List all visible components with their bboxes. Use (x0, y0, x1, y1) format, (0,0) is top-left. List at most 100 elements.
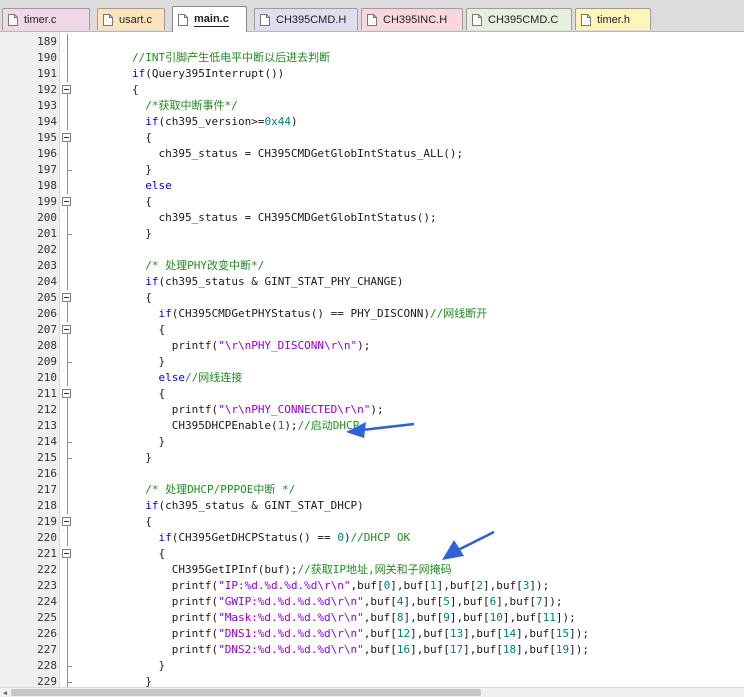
line-number: 213 (37, 419, 57, 432)
scrollbar-thumb[interactable] (11, 689, 481, 696)
code-token: 4 (396, 595, 404, 608)
line-number: 215 (37, 451, 57, 464)
fold-collapse-icon[interactable] (60, 194, 74, 210)
fold-collapse-icon[interactable] (60, 290, 74, 306)
code-token: ]); (569, 627, 590, 640)
tab-usart-c[interactable]: usart.c (97, 8, 165, 30)
line-number: 224 (37, 595, 57, 608)
code-token: ],buf[ (463, 627, 503, 640)
code-token: ]); (555, 611, 576, 624)
code-line[interactable]: 208 printf("\r\nPHY_DISCONN\r\n"); (0, 338, 744, 354)
code-line[interactable]: 199 { (0, 194, 744, 210)
fold-end-marker (60, 226, 74, 242)
code-line[interactable]: 195 { (0, 130, 744, 146)
code-line[interactable]: 204 if(ch395_status & GINT_STAT_PHY_CHAN… (0, 274, 744, 290)
code-line[interactable]: 189 (0, 34, 744, 50)
code-line[interactable]: 218 if(ch395_status & GINT_STAT_DHCP) (0, 498, 744, 514)
file-icon (8, 13, 18, 26)
code-line[interactable]: 215 } (0, 450, 744, 466)
line-number: 189 (37, 35, 57, 48)
code-token: 16 (396, 643, 411, 656)
line-number: 228 (37, 659, 57, 672)
code-line[interactable]: 224 printf("GWIP:%d.%d.%d.%d\r\n",buf[4]… (0, 594, 744, 610)
code-line[interactable]: 212 printf("\r\nPHY_CONNECTED\r\n"); (0, 402, 744, 418)
code-line[interactable]: 193 /*获取中断事件*/ (0, 98, 744, 114)
tab-timer-c[interactable]: timer.c (2, 8, 90, 30)
code-line[interactable]: 203 /* 处理PHY改变中断*/ (0, 258, 744, 274)
line-number: 210 (37, 371, 57, 384)
code-line[interactable]: 207 { (0, 322, 744, 338)
code-token: "IP:%d.%d.%d.%d\r\n" (218, 579, 351, 592)
code-line[interactable]: 219 { (0, 514, 744, 530)
code-line[interactable]: 205 { (0, 290, 744, 306)
fold-guide-line (60, 610, 74, 626)
code-token: 1 (430, 579, 437, 592)
tab-ch395inc-h[interactable]: CH395INC.H (361, 8, 463, 30)
scroll-left-arrow-icon[interactable]: ◀ (1, 689, 9, 697)
code-line[interactable]: 191 if(Query395Interrupt()) (0, 66, 744, 82)
code-line[interactable]: 213 CH395DHCPEnable(1);//启动DHCP (0, 418, 744, 434)
fold-collapse-icon[interactable] (60, 546, 74, 562)
fold-collapse-icon[interactable] (60, 322, 74, 338)
tab-ch395cmd-h[interactable]: CH395CMD.H (254, 8, 358, 30)
code-line[interactable]: 214 } (0, 434, 744, 450)
code-line[interactable]: 206 if(CH395CMDGetPHYStatus() == PHY_DIS… (0, 306, 744, 322)
line-number: 205 (37, 291, 57, 304)
tab-ch395cmd-c[interactable]: CH395CMD.C (466, 8, 572, 30)
fold-guide-line (60, 258, 74, 274)
horizontal-scrollbar[interactable]: ◀ (0, 687, 744, 697)
code-text: if(Query395Interrupt()) (79, 66, 284, 82)
code-line[interactable]: 222 CH395GetIPInf(buf);//获取IP地址,网关和子网掩码 (0, 562, 744, 578)
code-line[interactable]: 223 printf("IP:%d.%d.%d.%d\r\n",buf[0],b… (0, 578, 744, 594)
code-line[interactable]: 226 printf("DNS1:%d.%d.%d.%d\r\n",buf[12… (0, 626, 744, 642)
code-token: ]); (529, 579, 550, 592)
code-line[interactable]: 196 ch395_status = CH395CMDGetGlobIntSta… (0, 146, 744, 162)
code-line[interactable]: 190 //INT引脚产生低电平中断以后进去判断 (0, 50, 744, 66)
fold-guide-line (60, 498, 74, 514)
code-line[interactable]: 227 printf("DNS2:%d.%d.%d.%d\r\n",buf[16… (0, 642, 744, 658)
code-line[interactable]: 197 } (0, 162, 744, 178)
code-line[interactable]: 210 else//网线连接 (0, 370, 744, 386)
code-line[interactable]: 225 printf("Mask:%d.%d.%d.%d\r\n",buf[8]… (0, 610, 744, 626)
line-number: 229 (37, 675, 57, 687)
code-token: ],buf[ (410, 643, 450, 656)
code-line[interactable]: 220 if(CH395GetDHCPStatus() == 0)//DHCP … (0, 530, 744, 546)
fold-end-marker (60, 354, 74, 370)
code-token: 5 (443, 595, 450, 608)
code-line[interactable]: 194 if(ch395_version>=0x44) (0, 114, 744, 130)
code-line[interactable]: 202 (0, 242, 744, 258)
code-line[interactable]: 209 } (0, 354, 744, 370)
fold-collapse-icon[interactable] (60, 514, 74, 530)
code-line[interactable]: 200 ch395_status = CH395CMDGetGlobIntSta… (0, 210, 744, 226)
line-number: 218 (37, 499, 57, 512)
code-token: 0x44 (264, 115, 291, 128)
code-line[interactable]: 221 { (0, 546, 744, 562)
fold-guide-line (60, 274, 74, 290)
code-line[interactable]: 229 } (0, 674, 744, 687)
code-token: 9 (443, 611, 450, 624)
code-line[interactable]: 211 { (0, 386, 744, 402)
code-line[interactable]: 228 } (0, 658, 744, 674)
code-token: ],buf[ (516, 643, 556, 656)
code-token: (ch395_status & GINT_STAT_PHY_CHANGE) (158, 275, 404, 288)
code-text: } (79, 226, 152, 242)
code-text: } (79, 434, 165, 450)
code-line[interactable]: 198 else (0, 178, 744, 194)
tab-main-c[interactable]: main.c (172, 6, 247, 32)
line-number: 226 (37, 627, 57, 640)
code-text: printf("\r\nPHY_DISCONN\r\n"); (79, 338, 371, 354)
fold-collapse-icon[interactable] (60, 386, 74, 402)
code-token: { (79, 547, 166, 560)
fold-collapse-icon[interactable] (60, 130, 74, 146)
code-editor[interactable]: 189 190 //INT引脚产生低电平中断以后进去判断 191 if(Query3… (0, 32, 744, 687)
code-line[interactable]: 216 (0, 466, 744, 482)
code-token: printf( (79, 611, 219, 624)
code-line[interactable]: 192 { (0, 82, 744, 98)
tab-timer-h[interactable]: timer.h (575, 8, 651, 30)
fold-collapse-icon[interactable] (60, 82, 74, 98)
code-line[interactable]: 201 } (0, 226, 744, 242)
code-line[interactable]: 217 /* 处理DHCP/PPPOE中断 */ (0, 482, 744, 498)
code-text: ch395_status = CH395CMDGetGlobIntStatus(… (79, 210, 436, 226)
